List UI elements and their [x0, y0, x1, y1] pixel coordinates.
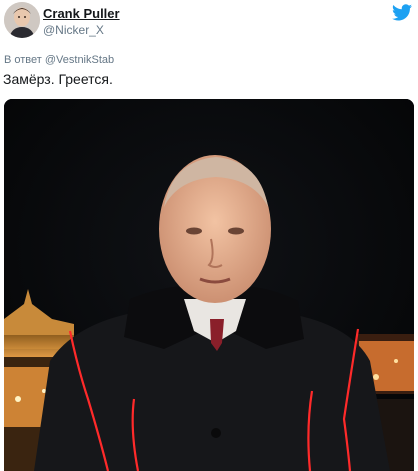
avatar[interactable] [4, 2, 40, 38]
photo-content [4, 99, 414, 471]
user-handle[interactable]: @Nicker_X [43, 23, 104, 37]
twitter-bird-icon[interactable] [392, 4, 412, 21]
reply-context[interactable]: В ответ @VestnikStab [4, 54, 114, 66]
avatar-image [4, 2, 40, 38]
tweet-header: Crank Puller @Nicker_X [0, 0, 418, 44]
tweet-photo[interactable] [4, 99, 414, 471]
tweet-text: Замёрз. Греется. [3, 71, 113, 87]
display-name[interactable]: Crank Puller [43, 6, 120, 21]
